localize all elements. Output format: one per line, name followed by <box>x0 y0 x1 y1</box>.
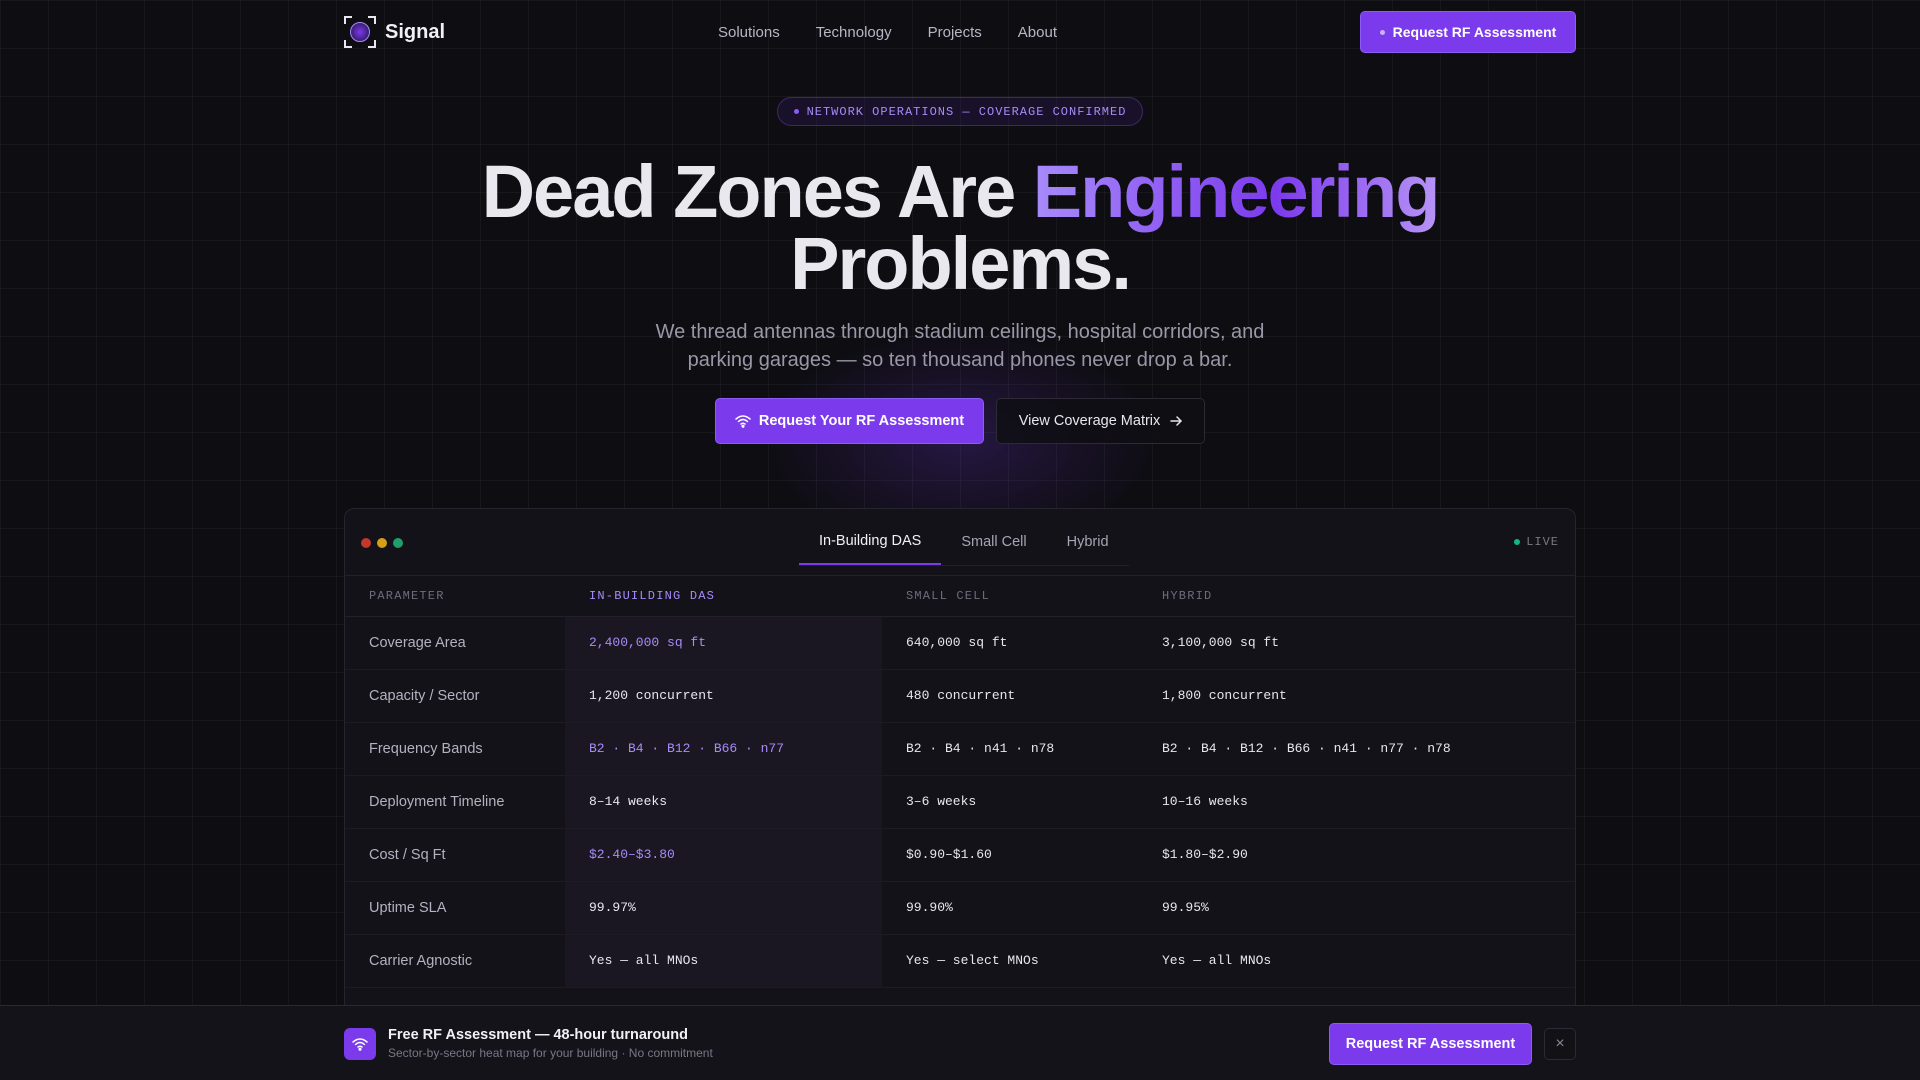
table-row: Cost / Sq Ft $2.40–$3.80 $0.90–$1.60 $1.80–… <box>345 828 1575 882</box>
wifi-icon <box>735 415 751 428</box>
cell-in-building-das: 8–14 weeks <box>565 775 882 829</box>
banner-request-assessment-button[interactable]: Request RF Assessment <box>1329 1022 1532 1065</box>
table-row: Uptime SLA 99.97% 99.90% 99.95% <box>345 881 1575 935</box>
nav-link-projects[interactable]: Projects <box>928 24 982 41</box>
nav-link-technology[interactable]: Technology <box>816 24 892 41</box>
live-indicator: LIVE <box>1514 535 1559 549</box>
cell-parameter: Frequency Bands <box>345 722 565 776</box>
cell-small-cell: 640,000 sq ft <box>882 616 1138 670</box>
cell-parameter: Carrier Agnostic <box>345 934 565 988</box>
window-maximize-light[interactable] <box>393 538 403 548</box>
close-icon[interactable]: × <box>1544 1027 1576 1060</box>
tab-small-cell[interactable]: Small Cell <box>941 519 1046 565</box>
cell-small-cell: 99.90% <box>882 881 1138 935</box>
top-nav: Signal Solutions Technology Projects Abo… <box>344 10 1576 54</box>
live-label: LIVE <box>1526 535 1559 549</box>
status-badge: NETWORK OPERATIONS — COVERAGE CONFIRMED <box>777 97 1143 126</box>
dot-icon <box>1379 29 1385 35</box>
table-row: Carrier Agnostic Yes — all MNOs Yes — sele… <box>345 934 1575 988</box>
column-header-small-cell: SMALL CELL <box>882 576 1138 617</box>
cell-hybrid: Yes — all MNOs <box>1138 934 1575 988</box>
column-header-hybrid: HYBRID <box>1138 576 1575 617</box>
column-header-in-building-das: IN-BUILDING DAS <box>565 576 882 617</box>
table-row: Coverage Area 2,400,000 sq ft 640,000 sq f… <box>345 616 1575 670</box>
view-coverage-matrix-label: View Coverage Matrix <box>1018 413 1161 429</box>
nav-link-solutions[interactable]: Solutions <box>718 24 780 41</box>
coverage-table: PARAMETER IN-BUILDING DAS SMALL CELL HYB… <box>345 576 1575 988</box>
nav-cta-label: Request RF Assessment <box>1392 24 1557 40</box>
hero-ctas: Request Your RF Assessment View Coverage… <box>715 398 1205 444</box>
column-header-parameter: PARAMETER <box>345 576 565 617</box>
cell-parameter: Coverage Area <box>345 616 565 670</box>
cell-hybrid: 1,800 concurrent <box>1138 669 1575 723</box>
solution-tabs: In-Building DAS Small Cell Hybrid <box>799 519 1129 566</box>
cell-in-building-das: B2 · B4 · B12 · B66 · n77 <box>565 722 882 776</box>
hero-title-part2: Problems. <box>790 222 1132 305</box>
cell-hybrid: 99.95% <box>1138 881 1575 935</box>
cell-small-cell: Yes — select MNOs <box>882 934 1138 988</box>
table-row: Capacity / Sector 1,200 concurrent 480 con… <box>345 669 1575 723</box>
assessment-banner: Free RF Assessment — 48-hour turnaround … <box>0 1005 1920 1080</box>
hero-title-accent: Engineering <box>1032 150 1441 233</box>
banner-title: Free RF Assessment — 48-hour turnaround <box>388 1027 688 1043</box>
hero-subtitle: We thread antennas through stadium ceili… <box>655 321 1265 371</box>
request-rf-assessment-button[interactable]: Request Your RF Assessment <box>715 398 984 444</box>
coverage-matrix-panel: In-Building DAS Small Cell Hybrid LIVE P… <box>344 508 1576 1028</box>
tab-in-building-das[interactable]: In-Building DAS <box>799 519 942 565</box>
table-header-row: PARAMETER IN-BUILDING DAS SMALL CELL HYB… <box>345 576 1575 617</box>
cell-small-cell: 480 concurrent <box>882 669 1138 723</box>
signal-logo-icon <box>344 16 376 48</box>
request-rf-assessment-label: Request Your RF Assessment <box>758 413 965 429</box>
cell-parameter: Cost / Sq Ft <box>345 828 565 882</box>
cell-small-cell: B2 · B4 · n41 · n78 <box>882 722 1138 776</box>
hero-title: Dead Zones Are Engineering Problems. <box>360 155 1560 301</box>
nav-links: Solutions Technology Projects About <box>718 24 1057 41</box>
brand-name: Signal <box>385 20 446 43</box>
cell-in-building-das: Yes — all MNOs <box>565 934 882 988</box>
cell-in-building-das: 2,400,000 sq ft <box>565 616 882 670</box>
cell-hybrid: 10–16 weeks <box>1138 775 1575 829</box>
tab-hybrid[interactable]: Hybrid <box>1047 519 1129 565</box>
cell-hybrid: $1.80–$2.90 <box>1138 828 1575 882</box>
panel-header: In-Building DAS Small Cell Hybrid LIVE <box>345 509 1575 576</box>
cell-in-building-das: $2.40–$3.80 <box>565 828 882 882</box>
window-minimize-light[interactable] <box>377 538 387 548</box>
cell-parameter: Capacity / Sector <box>345 669 565 723</box>
cell-hybrid: B2 · B4 · B12 · B66 · n41 · n77 · n78 <box>1138 722 1575 776</box>
hero-title-part1: Dead Zones Are <box>481 150 1033 233</box>
dot-icon <box>793 109 799 114</box>
brand[interactable]: Signal <box>344 16 445 48</box>
window-controls <box>361 538 403 548</box>
cell-parameter: Uptime SLA <box>345 881 565 935</box>
cell-hybrid: 3,100,000 sq ft <box>1138 616 1575 670</box>
nav-request-assessment-button[interactable]: Request RF Assessment <box>1359 11 1576 53</box>
arrow-right-icon <box>1170 416 1183 426</box>
status-badge-label: NETWORK OPERATIONS — COVERAGE CONFIRMED <box>806 104 1127 119</box>
cell-small-cell: $0.90–$1.60 <box>882 828 1138 882</box>
table-row: Deployment Timeline 8–14 weeks 3–6 weeks 10… <box>345 775 1575 829</box>
banner-subtitle: Sector-by-sector heat map for your build… <box>388 1046 713 1060</box>
live-dot-icon <box>1514 539 1521 545</box>
table-row: Frequency Bands B2 · B4 · B12 · B66 · n77… <box>345 722 1575 776</box>
nav-link-about[interactable]: About <box>1018 24 1057 41</box>
cell-parameter: Deployment Timeline <box>345 775 565 829</box>
view-coverage-matrix-button[interactable]: View Coverage Matrix <box>996 398 1205 444</box>
window-close-light[interactable] <box>361 538 371 548</box>
cell-in-building-das: 1,200 concurrent <box>565 669 882 723</box>
cell-in-building-das: 99.97% <box>565 881 882 935</box>
cell-small-cell: 3–6 weeks <box>882 775 1138 829</box>
wifi-icon <box>344 1027 376 1060</box>
